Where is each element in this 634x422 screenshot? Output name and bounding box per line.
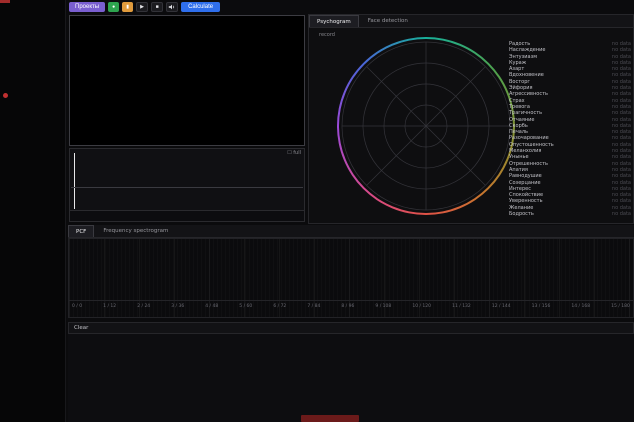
- analysis-panel: Psychogram Face detection record Радость…: [308, 14, 634, 224]
- calculate-button[interactable]: Calculate: [181, 2, 220, 12]
- stop-icon: ■: [156, 3, 159, 12]
- emotion-value: no data: [612, 211, 631, 217]
- analysis-tabbar: Psychogram Face detection: [309, 15, 633, 28]
- speaker-icon: [168, 3, 176, 11]
- time-tick-label: 7 / 84: [307, 304, 320, 309]
- playhead-cursor[interactable]: [74, 153, 75, 209]
- chart-source-label: record: [319, 32, 335, 38]
- time-tick-label: 11 / 132: [452, 304, 471, 309]
- pause-button[interactable]: ▮: [122, 2, 133, 12]
- time-tick-label: 8 / 96: [341, 304, 354, 309]
- polar-grid: [337, 37, 515, 215]
- console-output: [68, 334, 634, 422]
- psychogram-chart: [337, 37, 515, 215]
- time-tick-label: 5 / 60: [239, 304, 252, 309]
- checkbox-icon: ☐: [287, 150, 291, 156]
- toolbar: Проекты ● ▮ ▶ ■ Calculate: [69, 1, 220, 13]
- time-tick-label: 0 / 0: [72, 304, 82, 309]
- time-tick-label: 10 / 120: [412, 304, 431, 309]
- emotion-row: Бодрость no data: [509, 211, 631, 217]
- clear-button[interactable]: Clear: [74, 325, 88, 331]
- spectrogram-baseline: [69, 300, 633, 301]
- recording-dot-icon: [3, 93, 8, 98]
- spectrogram-tabbar: PCF Frequency spectrogram: [68, 225, 634, 238]
- time-tick-label: 1 / 12: [103, 304, 116, 309]
- tab-pcf[interactable]: PCF: [68, 225, 94, 237]
- recording-mark: [0, 0, 10, 3]
- time-tick-label: 4 / 48: [205, 304, 218, 309]
- time-axis: 0 / 0 1 / 12 2 / 24 3 / 36 4 / 48 5 / 60…: [72, 304, 630, 309]
- tab-frequency-spectrogram[interactable]: Frequency spectrogram: [96, 225, 175, 237]
- waveform-scrollbar[interactable]: [70, 210, 304, 221]
- stop-button[interactable]: ■: [151, 2, 163, 12]
- emotion-name: Бодрость: [509, 211, 534, 217]
- full-checkbox[interactable]: ☐ full: [287, 150, 301, 156]
- tab-face-detection[interactable]: Face detection: [361, 15, 415, 27]
- time-tick-label: 13 / 156: [532, 304, 551, 309]
- play-button[interactable]: ▶: [136, 2, 148, 12]
- pause-icon: ▮: [126, 3, 129, 12]
- projects-button[interactable]: Проекты: [69, 2, 105, 12]
- time-tick-label: 14 / 168: [571, 304, 590, 309]
- spectrogram-panel[interactable]: 0 / 0 1 / 12 2 / 24 3 / 36 4 / 48 5 / 60…: [68, 238, 634, 318]
- waveform-panel[interactable]: ☐ full: [69, 148, 305, 222]
- video-preview: [69, 15, 305, 146]
- clear-bar[interactable]: Clear: [68, 322, 634, 334]
- sidebar: [0, 0, 66, 422]
- time-tick-label: 15 / 180: [611, 304, 630, 309]
- waveform-zero-axis: [71, 187, 303, 188]
- emotion-list: Радость no data Наслаждение no data Энту…: [509, 41, 631, 217]
- volume-button[interactable]: [166, 2, 178, 12]
- time-tick-label: 9 / 108: [375, 304, 391, 309]
- time-tick-label: 12 / 144: [492, 304, 511, 309]
- record-button[interactable]: ●: [108, 2, 119, 12]
- full-label: full: [293, 150, 301, 156]
- time-tick-label: 2 / 24: [137, 304, 150, 309]
- record-icon: ●: [112, 3, 115, 12]
- status-indicator: [301, 415, 359, 422]
- tab-psychogram[interactable]: Psychogram: [309, 15, 359, 27]
- play-icon: ▶: [140, 3, 144, 12]
- time-tick-label: 6 / 72: [273, 304, 286, 309]
- time-tick-label: 3 / 36: [171, 304, 184, 309]
